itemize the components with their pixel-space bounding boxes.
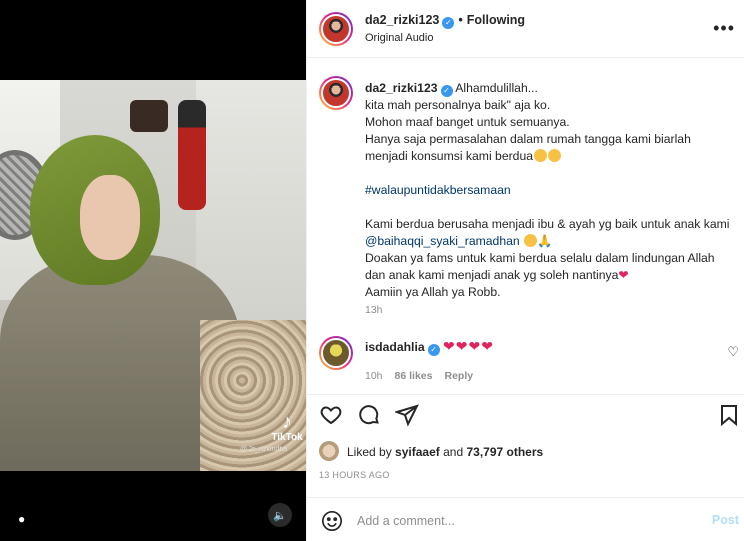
header-username-line: da2_rizki123 ✓ • Following	[365, 13, 525, 29]
liked-by-conj: and	[443, 445, 464, 459]
following-button[interactable]: Following	[467, 13, 525, 27]
comment-item: isdadahlia ✓ ❤❤❤❤ 10h 86 likes Reply ♡	[307, 334, 744, 386]
action-bar	[307, 394, 744, 438]
video-frame[interactable]	[0, 80, 306, 471]
caption-line-1: Alhamdulillah...	[455, 81, 538, 95]
liker-avatar[interactable]	[319, 441, 339, 461]
post-panel: da2_rizki123 ✓ • Following Original Audio •…	[306, 0, 744, 541]
caption-line-3: Mohon maaf banget untuk semuanya.	[365, 115, 570, 129]
caption-line-2: kita mah personalnya baik" aja ko.	[365, 98, 551, 112]
caption-timestamp[interactable]: 13h	[365, 304, 383, 316]
instagram-post: ♪ TikTok @ 2r_rizkindha ● 🔈 da2_rizki123…	[0, 0, 744, 541]
tiktok-label: TikTok	[271, 432, 303, 443]
caption-line-7: Kami berdua berusaha menjadi ibu & ayah …	[365, 217, 730, 231]
save-icon[interactable]	[717, 403, 743, 429]
likes-count[interactable]: 73,797 others	[466, 445, 543, 459]
caption-line-11: Aamiin ya Allah ya Robb.	[365, 285, 501, 299]
tiktok-watermark: ♪ TikTok	[270, 412, 304, 443]
caption-line-5: menjadi konsumsi kami berdua	[365, 149, 533, 163]
post-header: da2_rizki123 ✓ • Following Original Audio •…	[307, 0, 744, 58]
media-area[interactable]: ♪ TikTok @ 2r_rizkindha ● 🔈	[0, 0, 306, 541]
reply-button[interactable]: Reply	[444, 370, 473, 382]
likes-text: Liked by syifaaef and 73,797 others	[347, 445, 543, 459]
comment-username-line: isdadahlia ✓	[365, 340, 440, 356]
avatar[interactable]	[319, 12, 353, 46]
comment-likes[interactable]: 86 likes	[395, 370, 433, 382]
comment-like-icon[interactable]: ♡	[727, 344, 739, 360]
post-button[interactable]: Post	[712, 513, 739, 527]
tagged-user-icon[interactable]: ●	[18, 512, 25, 526]
tiktok-icon: ♪	[282, 411, 292, 433]
comment-username[interactable]: isdadahlia	[365, 340, 425, 354]
emoji-icon[interactable]	[321, 510, 343, 532]
likes-summary: Liked by syifaaef and 73,797 others	[319, 441, 739, 463]
verified-icon: ✓	[440, 85, 453, 97]
mute-button[interactable]: 🔈	[268, 503, 292, 527]
verified-icon: ✓	[427, 344, 440, 356]
caption-line-4: Hanya saja permasalahan dalam rumah tang…	[365, 132, 691, 146]
smile-emoji-icon	[548, 149, 561, 162]
tiktok-username: @ 2r_rizkindha	[240, 446, 288, 453]
heart-icon: ❤	[618, 268, 629, 282]
comment-time[interactable]: 10h	[365, 370, 383, 382]
caption-text: da2_rizki123 ✓ Alhamdulillah... kita mah …	[365, 80, 735, 301]
caption-avatar[interactable]	[319, 76, 353, 110]
header-username[interactable]: da2_rizki123	[365, 13, 439, 27]
mention-link[interactable]: @baihaqqi_syaki_ramadhan	[365, 234, 520, 248]
add-comment-bar: Post	[307, 497, 744, 541]
liked-by-prefix: Liked by	[347, 445, 392, 459]
caption-username[interactable]: da2_rizki123	[365, 81, 438, 95]
like-icon[interactable]	[319, 403, 345, 429]
speaker-icon: 🔈	[273, 509, 287, 522]
caption-line-9: Doakan ya fams untuk kami berdua selalu …	[365, 251, 715, 265]
video-coffee-sign	[130, 100, 168, 132]
video-person-face	[80, 175, 140, 260]
more-options-icon[interactable]: •••	[713, 18, 735, 39]
comment-input[interactable]	[357, 510, 687, 532]
praying-hands-icon: 🙏	[537, 234, 553, 248]
comment-avatar[interactable]	[319, 336, 353, 370]
comment-meta: 10h 86 likes Reply	[365, 370, 485, 382]
video-extinguisher	[178, 100, 206, 210]
post-timestamp[interactable]: 13 HOURS AGO	[319, 470, 390, 480]
comment-text: ❤❤❤❤	[443, 338, 494, 354]
caption-line-10: dan anak kami menjadi anak yg soleh nant…	[365, 268, 619, 282]
heart-eyes-emoji-icon	[524, 234, 538, 247]
hashtag-link[interactable]: #walaupuntidakbersamaan	[365, 182, 735, 199]
heart-eyes-emoji-icon	[534, 149, 547, 162]
share-icon[interactable]	[393, 403, 421, 429]
verified-icon: ✓	[442, 17, 455, 29]
comment-icon[interactable]	[357, 403, 383, 429]
separator-dot: •	[458, 13, 463, 27]
liked-by-user[interactable]: syifaaef	[395, 445, 440, 459]
original-audio-link[interactable]: Original Audio	[365, 32, 434, 44]
